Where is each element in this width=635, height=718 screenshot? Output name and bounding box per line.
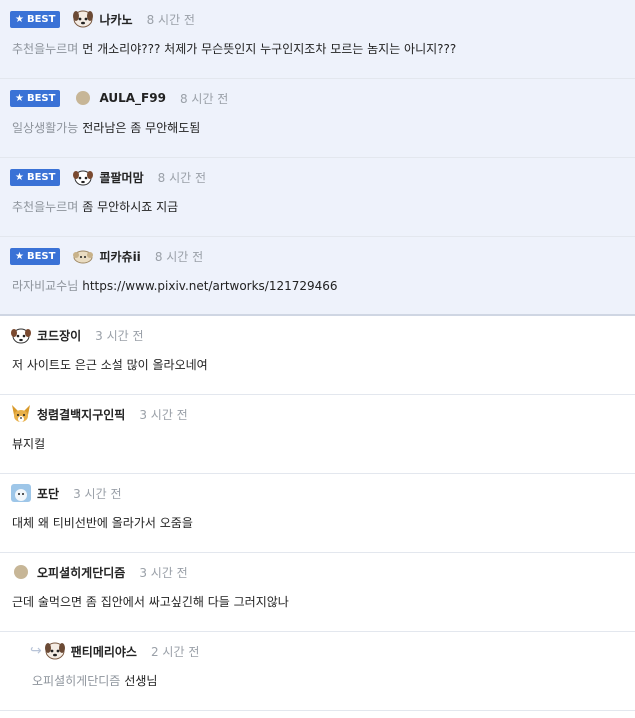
comment-header: 코드장이 3 시간 전: [10, 324, 144, 346]
best-badge-label: BEST: [26, 13, 56, 25]
comment-body: 대체 왜 티비선반에 올라가서 오줌을: [12, 514, 193, 531]
comment-mention[interactable]: 추천을누르며: [12, 200, 78, 214]
comment-item: 오피셜히게단디즘 3 시간 전 근데 술먹으면 좀 집안에서 싸고싶긴해 다들 …: [0, 553, 635, 632]
circle-avatar-icon[interactable]: [10, 561, 32, 583]
comment-time: 8 시간 전: [157, 170, 207, 185]
comment-text: 좀 무안하시죠 지금: [82, 200, 179, 214]
comment-nickname[interactable]: 피카츄ii: [99, 248, 140, 265]
dog-avatar-icon[interactable]: [44, 640, 66, 662]
comment-mention[interactable]: 일상생활가능: [12, 121, 78, 135]
comment-time: 3 시간 전: [139, 565, 188, 580]
comment-text: 저 사이트도 은근 소설 많이 올라오네여: [12, 358, 208, 372]
comment-mention[interactable]: 추천을누르며: [12, 42, 78, 56]
dog-avatar-icon[interactable]: [10, 324, 32, 346]
comment-nickname[interactable]: 콜팔머맘: [99, 169, 143, 186]
best-badge-label: BEST: [26, 250, 56, 262]
comment-mention[interactable]: 오피셜히게단디즘: [32, 674, 120, 688]
best-badge-label: BEST: [26, 171, 56, 183]
comment-body: 일상생활가능 전라남은 좀 무안해도됨: [12, 119, 200, 136]
comment-mention[interactable]: 라자비교수님: [12, 279, 78, 293]
comment-body: 추천을누르며 먼 개소리야??? 처제가 무슨뜻인지 누구인지조차 모르는 놈지는…: [12, 40, 456, 57]
star-icon: ★: [15, 13, 24, 25]
best-comment: ★ BEST 피카츄ii 8 시간 전 라자비교수님 https://www.pix…: [0, 237, 635, 316]
comment-body: 라자비교수님 https://www.pixiv.net/artworks/121…: [12, 277, 338, 294]
best-comment: ★ BEST 콜팔머맘 8 시간 전 추천을누르며 좀 무안하시죠 지금: [0, 158, 635, 237]
circle-avatar-icon[interactable]: [72, 87, 94, 109]
comment-header: 포단 3 시간 전: [10, 482, 121, 504]
comment-header: ★ BEST 콜팔머맘 8 시간 전: [10, 166, 206, 188]
best-badge: ★ BEST: [10, 89, 61, 107]
comment-header: 오피셜히게단디즘 3 시간 전: [10, 561, 188, 583]
comment-text: 뷰지컬: [12, 437, 46, 451]
comment-item: 청렴결백지구인픽 3 시간 전 뷰지컬: [0, 395, 635, 474]
star-icon: ★: [15, 250, 24, 262]
cat-avatar-icon[interactable]: [10, 482, 32, 504]
comment-body: 추천을누르며 좀 무안하시죠 지금: [12, 198, 178, 215]
comment-text: 대체 왜 티비선반에 올라가서 오줌을: [12, 516, 193, 530]
best-badge: ★ BEST: [10, 10, 61, 28]
best-comment: ★ BEST 나카노 8 시간 전 추천을누르며 먼 개소리야??? 처제가 무슨뜻…: [0, 0, 635, 79]
reply-item: ↪ 팬티메리야스 2 시간 전 오피셜히게단디즘 선생님: [0, 632, 635, 711]
comment-text: 먼 개소리야??? 처제가 무슨뜻인지 누구인지조차 모르는 놈지는 아니지??…: [82, 42, 457, 56]
comment-text: 전라남은 좀 무안해도됨: [82, 121, 201, 135]
dog-avatar-icon[interactable]: [72, 166, 94, 188]
comment-nickname[interactable]: 포단: [37, 485, 59, 502]
best-comment: ★ BEST AULA_F99 8 시간 전 일상생활가능 전라남은 좀 무안해도됨: [0, 79, 635, 158]
best-badge: ★ BEST: [10, 247, 61, 265]
comment-time: 2 시간 전: [150, 644, 200, 659]
comment-time: 8 시간 전: [154, 249, 204, 264]
comment-nickname[interactable]: 코드장이: [37, 327, 81, 344]
best-badge: ★ BEST: [10, 168, 61, 186]
dog-avatar-icon[interactable]: [72, 245, 94, 267]
comment-body: 뷰지컬: [12, 435, 45, 452]
comment-header: ★ BEST AULA_F99 8 시간 전: [10, 87, 228, 109]
comment-time: 8 시간 전: [179, 91, 229, 106]
star-icon: ★: [15, 171, 24, 183]
comment-header: ★ BEST 피카츄ii 8 시간 전: [10, 245, 203, 267]
star-icon: ★: [15, 92, 24, 104]
comment-body: 저 사이트도 은근 소설 많이 올라오네여: [12, 356, 208, 373]
comment-list: ★ BEST 나카노 8 시간 전 추천을누르며 먼 개소리야??? 처제가 무슨뜻…: [0, 0, 635, 711]
comment-text: 선생님: [124, 674, 158, 688]
comment-body: 오피셜히게단디즘 선생님: [32, 672, 157, 689]
comment-nickname[interactable]: 청렴결백지구인픽: [37, 406, 125, 423]
best-badge-label: BEST: [26, 92, 56, 104]
comment-header: ★ BEST 나카노 8 시간 전: [10, 8, 195, 30]
fox-avatar-icon[interactable]: [10, 403, 32, 425]
comment-nickname[interactable]: 오피셜히게단디즘: [37, 564, 125, 581]
comment-item: 코드장이 3 시간 전 저 사이트도 은근 소설 많이 올라오네여: [0, 316, 635, 395]
comment-body: 근데 술먹으면 좀 집안에서 싸고싶긴해 다들 그러지않나: [12, 593, 289, 610]
dog-avatar-icon[interactable]: [72, 8, 94, 30]
comment-nickname[interactable]: 나카노: [99, 11, 132, 28]
comment-time: 3 시간 전: [73, 486, 122, 501]
comment-text: 근데 술먹으면 좀 집안에서 싸고싶긴해 다들 그러지않나: [12, 595, 289, 609]
reply-arrow-icon: ↪: [30, 643, 42, 659]
comment-item: 포단 3 시간 전 대체 왜 티비선반에 올라가서 오줌을: [0, 474, 635, 553]
comment-time: 3 시간 전: [95, 328, 144, 343]
comment-nickname[interactable]: AULA_F99: [99, 91, 166, 105]
comment-text[interactable]: https://www.pixiv.net/artworks/121729466: [82, 279, 337, 293]
comment-time: 3 시간 전: [139, 407, 188, 422]
comment-header: 청렴결백지구인픽 3 시간 전: [10, 403, 188, 425]
comment-nickname[interactable]: 팬티메리야스: [71, 643, 137, 660]
comment-header: ↪ 팬티메리야스 2 시간 전: [30, 640, 199, 662]
comment-time: 8 시간 전: [146, 12, 195, 27]
